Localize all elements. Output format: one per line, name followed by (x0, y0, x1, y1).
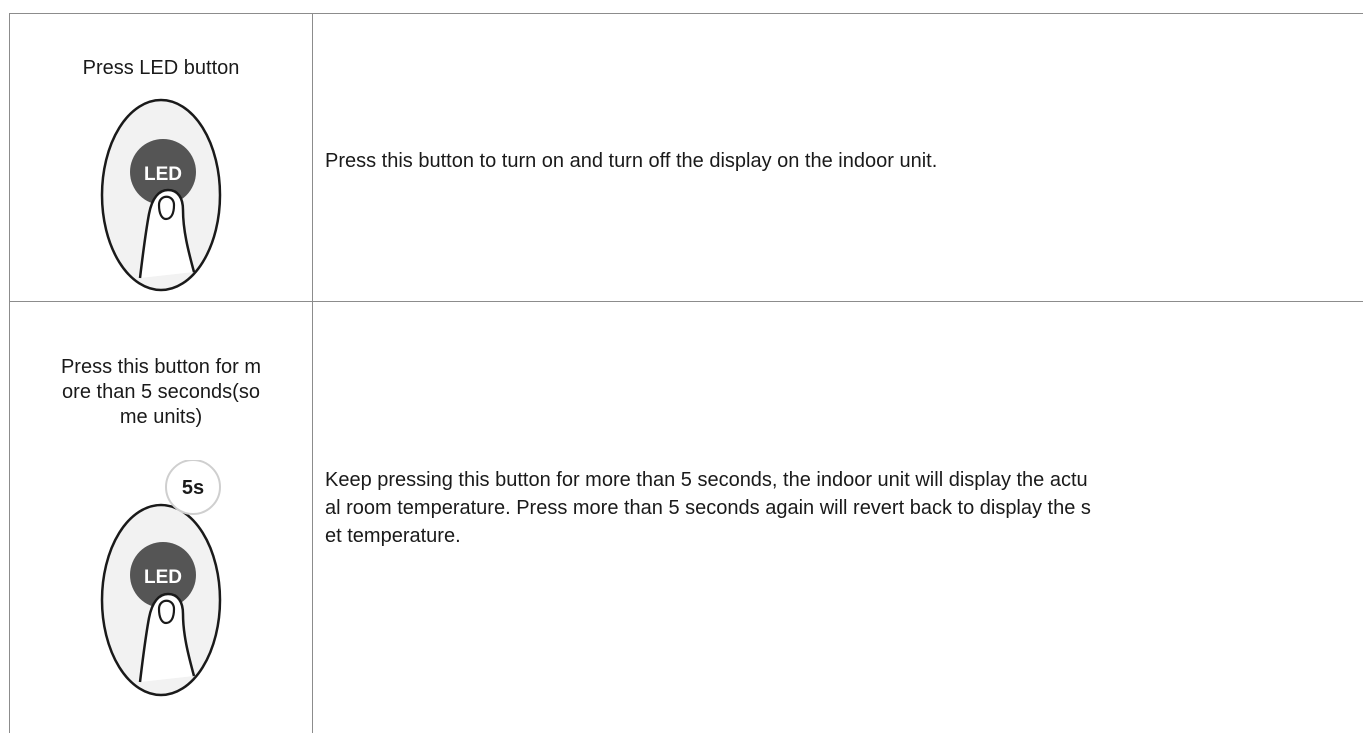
row-2-description-line-3: et temperature. (325, 525, 461, 547)
row-2-label-line-2: ore than 5 seconds(so (62, 381, 260, 403)
table-border-top (9, 13, 1363, 14)
row-2-label-line-3: me units) (119, 406, 203, 428)
led-button-text: LED (144, 164, 182, 185)
column-divider (312, 13, 313, 733)
led-remote-illustration: LED (100, 98, 222, 292)
led-button-text: LED (144, 567, 182, 588)
row-1-label-line-1: Press LED button (82, 57, 240, 79)
timer-badge-text: 5s (182, 477, 204, 499)
row-2-description-line-1: Keep pressing this button for more than … (325, 469, 1088, 491)
row-divider (9, 301, 1363, 302)
row-2-description-cell: Keep pressing this button for more than … (325, 466, 1363, 550)
row-2-label-cell: Press this button for m ore than 5 secon… (10, 355, 312, 430)
row-1-label-cell: Press LED button (10, 56, 312, 81)
row-2-label-line-1: Press this button for m (60, 356, 262, 378)
led-remote-5s-illustration: 5s LED (100, 460, 222, 697)
row-2-description-line-2: al room temperature. Press more than 5 s… (325, 497, 1091, 519)
row-1-description-cell: Press this button to turn on and turn of… (325, 147, 1363, 175)
row-1-description-line-1: Press this button to turn on and turn of… (325, 150, 938, 172)
